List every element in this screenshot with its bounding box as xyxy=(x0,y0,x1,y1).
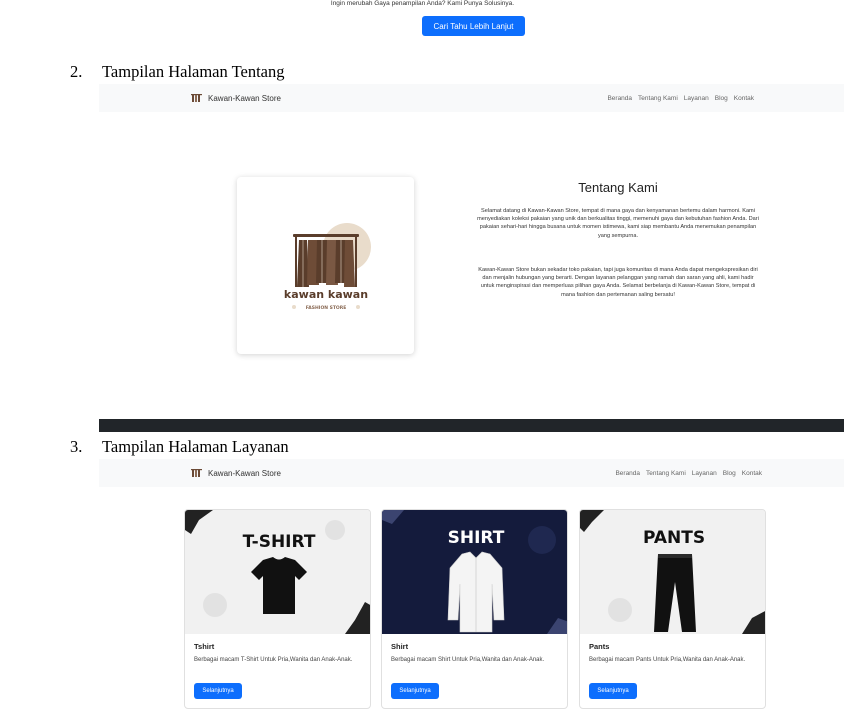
about-page-screenshot: Kawan-Kawan Store Beranda Tentang Kami L… xyxy=(99,84,844,432)
learn-more-button[interactable]: Cari Tahu Lebih Lanjut xyxy=(422,16,525,36)
card-title: Tshirt xyxy=(194,642,215,651)
card-description: Berbagai macam Shirt Untuk Pria,Wanita d… xyxy=(391,657,545,663)
nav-menu: Beranda Tentang Kami Layanan Blog Kontak xyxy=(601,84,754,112)
nav-link-blog[interactable]: Blog xyxy=(715,95,728,102)
nav-menu: Beranda Tentang Kami Layanan Blog Kontak xyxy=(609,459,762,487)
logo-subtitle: FASHION STORE xyxy=(306,305,347,311)
service-card-pants: PANTS Pants Berbagai macam Pants Untuk P… xyxy=(579,509,766,709)
brand-name: Kawan-Kawan Store xyxy=(208,93,281,103)
about-paragraph-2: Kawan-Kawan Store bukan sekadar toko pak… xyxy=(478,267,758,298)
kawan-kawan-logo: kawan kawan FASHION STORE xyxy=(284,223,371,311)
nav-link-layanan[interactable]: Layanan xyxy=(692,470,717,477)
logo-wordmark: kawan kawan xyxy=(284,288,368,301)
navbar: Kawan-Kawan Store Beranda Tentang Kami L… xyxy=(99,84,844,112)
card-description: Berbagai macam Pants Untuk Pria,Wanita d… xyxy=(589,657,746,663)
service-card-tshirt: T-SHIRT Tshirt Berbagai macam T-Shirt Un… xyxy=(184,509,371,709)
service-card-shirt: SHIRT Shirt Berbagai macam Shirt Untuk P… xyxy=(381,509,568,709)
heading-text: Tampilan Halaman Tentang xyxy=(102,62,285,81)
heading-text: Tampilan Halaman Layanan xyxy=(102,437,289,456)
pants-image: PANTS xyxy=(580,510,765,634)
hero-tagline: Ingin merubah Gaya penampilan Anda? Kami… xyxy=(330,0,515,7)
tshirt-image: T-SHIRT xyxy=(185,510,370,634)
services-page-screenshot: Kawan-Kawan Store Beranda Tentang Kami L… xyxy=(99,459,844,721)
banner-text: SHIRT xyxy=(448,528,505,548)
nav-link-tentang-kami[interactable]: Tentang Kami xyxy=(638,95,678,102)
nav-link-kontak[interactable]: Kontak xyxy=(734,95,754,102)
banner-text: T-SHIRT xyxy=(243,532,316,552)
store-logo-icon xyxy=(191,469,202,477)
next-button[interactable]: Selanjutnya xyxy=(194,683,242,699)
next-button[interactable]: Selanjutnya xyxy=(391,683,439,699)
about-paragraph-1: Selamat datang di Kawan-Kawan Store, tem… xyxy=(477,208,759,239)
store-logo-icon xyxy=(191,94,202,102)
nav-link-blog[interactable]: Blog xyxy=(723,470,736,477)
nav-link-tentang-kami[interactable]: Tentang Kami xyxy=(646,470,686,477)
card-image: PANTS xyxy=(580,510,765,634)
navbar-brand[interactable]: Kawan-Kawan Store xyxy=(191,459,281,487)
navbar: Kawan-Kawan Store Beranda Tentang Kami L… xyxy=(99,459,844,487)
nav-link-layanan[interactable]: Layanan xyxy=(684,95,709,102)
footer-bar xyxy=(99,419,844,432)
card-image: T-SHIRT xyxy=(185,510,370,634)
shirt-image: SHIRT xyxy=(382,510,567,634)
next-button[interactable]: Selanjutnya xyxy=(589,683,637,699)
card-description: Berbagai macam T-Shirt Untuk Pria,Wanita… xyxy=(194,657,353,663)
card-title: Shirt xyxy=(391,642,409,651)
banner-text: PANTS xyxy=(643,528,705,548)
nav-link-kontak[interactable]: Kontak xyxy=(742,470,762,477)
about-title: Tentang Kami xyxy=(578,180,658,195)
section-heading-about: 2. Tampilan Halaman Tentang xyxy=(70,62,285,82)
logo-card: kawan kawan FASHION STORE xyxy=(237,177,414,354)
heading-number: 2. xyxy=(70,62,83,81)
nav-link-beranda[interactable]: Beranda xyxy=(607,95,632,102)
navbar-brand[interactable]: Kawan-Kawan Store xyxy=(191,84,281,112)
card-image: SHIRT xyxy=(382,510,567,634)
brand-name: Kawan-Kawan Store xyxy=(208,468,281,478)
card-title: Pants xyxy=(589,642,610,651)
heading-number: 3. xyxy=(70,437,83,456)
nav-link-beranda[interactable]: Beranda xyxy=(615,470,640,477)
section-heading-services: 3. Tampilan Halaman Layanan xyxy=(70,437,289,457)
